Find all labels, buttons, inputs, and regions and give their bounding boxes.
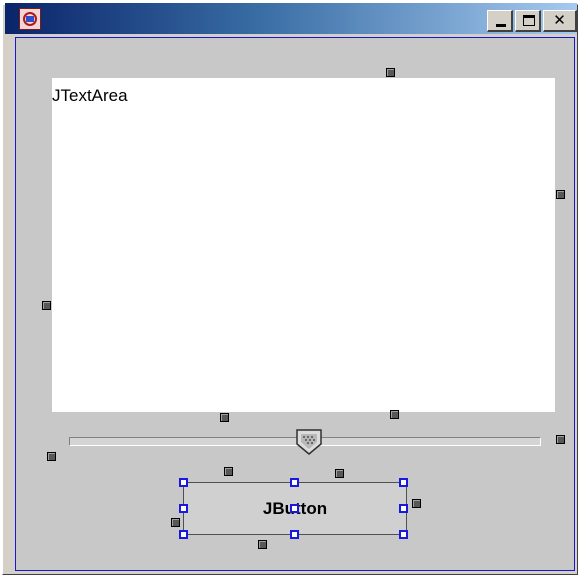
anchor-handle[interactable] (556, 435, 565, 444)
selection-handle-left[interactable] (179, 504, 188, 513)
java-duke-icon[interactable] (19, 8, 41, 30)
selection-handle-bottom-right[interactable] (399, 530, 408, 539)
jslider-thumb[interactable] (295, 428, 323, 456)
minimize-icon (496, 24, 506, 27)
jtextarea-label: JTextArea (52, 86, 128, 105)
close-button[interactable]: ✕ (543, 10, 577, 32)
selection-handle-bottom[interactable] (290, 530, 299, 539)
selection-handle-top-left[interactable] (179, 478, 188, 487)
anchor-handle[interactable] (386, 68, 395, 77)
selection-handle-bottom-left[interactable] (179, 530, 188, 539)
anchor-handle[interactable] (390, 410, 399, 419)
anchor-handle[interactable] (171, 518, 180, 527)
anchor-handle[interactable] (224, 467, 233, 476)
jtextarea-component[interactable]: JTextArea (52, 78, 555, 412)
anchor-handle[interactable] (42, 301, 51, 310)
anchor-handle[interactable] (47, 452, 56, 461)
anchor-handle[interactable] (220, 413, 229, 422)
close-icon: ✕ (553, 11, 566, 29)
maximize-icon (523, 15, 535, 26)
anchor-handle[interactable] (335, 469, 344, 478)
selection-handle-top-right[interactable] (399, 478, 408, 487)
anchor-handle[interactable] (412, 499, 421, 508)
selection-handle-right[interactable] (399, 504, 408, 513)
anchor-handle[interactable] (258, 540, 267, 549)
minimize-button[interactable] (487, 10, 513, 32)
selection-handle-center[interactable] (290, 504, 299, 513)
anchor-handle[interactable] (556, 190, 565, 199)
maximize-button[interactable] (515, 10, 541, 32)
title-bar[interactable]: ✕ (5, 3, 577, 34)
selection-handle-top[interactable] (290, 478, 299, 487)
